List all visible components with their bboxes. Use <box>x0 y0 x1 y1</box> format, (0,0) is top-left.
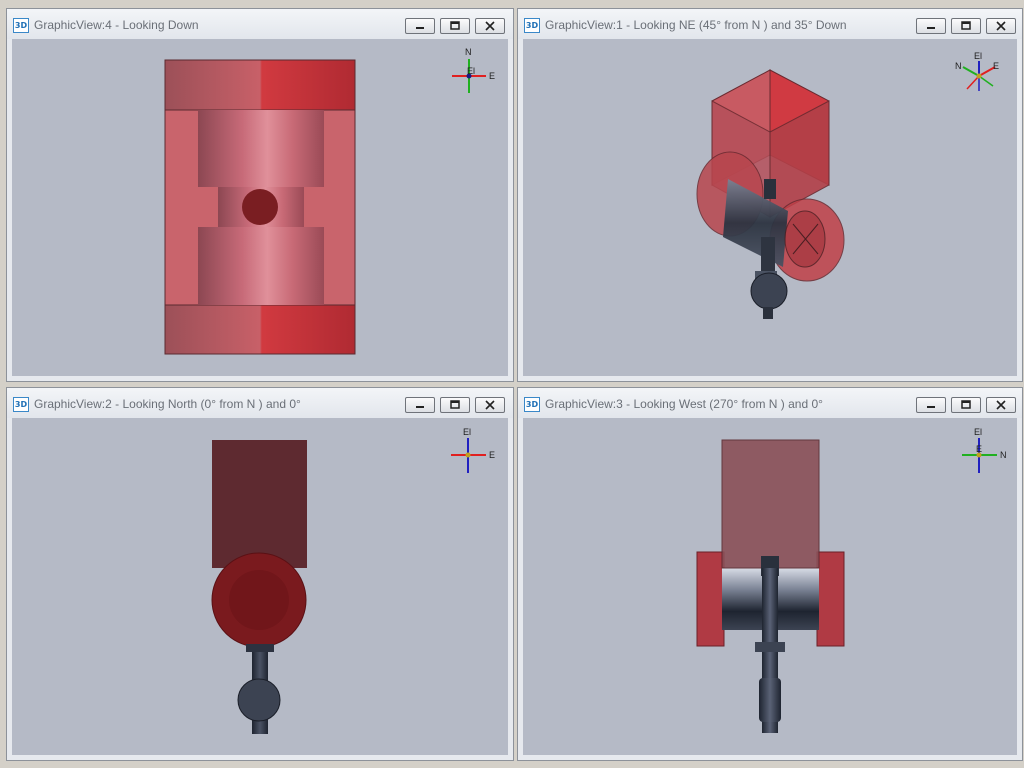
axis-triad-icon: El N E <box>962 427 1007 473</box>
flange-west <box>696 551 725 647</box>
stem-fitting <box>755 642 785 652</box>
graphic-view-1-window[interactable]: 3D GraphicView:1 - Looking NE (45° from … <box>517 8 1023 382</box>
graphic-view-3-window[interactable]: 3D GraphicView:3 - Looking West (270° fr… <box>517 387 1023 761</box>
axis-label-e: E <box>976 444 982 454</box>
graphic-view-4-titlebar[interactable]: 3D GraphicView:4 - Looking Down <box>7 9 513 39</box>
restore-button[interactable] <box>440 18 470 34</box>
pressure-gauge <box>759 678 781 722</box>
graphic-view-4-viewport[interactable]: N El E <box>12 39 508 376</box>
graphic-view-2-viewport[interactable]: El E <box>12 418 508 755</box>
axis-triad-icon: N El E <box>452 47 495 93</box>
window-title: GraphicView:1 - Looking NE (45° from N )… <box>545 18 847 32</box>
axis-label-el: El <box>974 427 982 437</box>
axis-triad-icon: El E <box>451 427 495 473</box>
flange-south <box>164 304 356 355</box>
graphic-view-3-titlebar[interactable]: 3D GraphicView:3 - Looking West (270° fr… <box>518 388 1022 418</box>
minimize-icon <box>416 27 424 29</box>
minimize-icon <box>416 406 424 408</box>
pressure-gauge <box>237 678 281 722</box>
axis-label-n: N <box>955 61 962 71</box>
axis-triad-icon: El N E <box>955 51 999 91</box>
valve-north-view: El E <box>211 427 495 734</box>
minimize-button[interactable] <box>405 18 435 34</box>
axis-label-e: E <box>489 450 495 460</box>
close-icon <box>996 21 1006 31</box>
valve-top-view: N El E <box>164 47 495 355</box>
actuator-box <box>212 440 307 568</box>
pressure-gauge <box>750 272 788 310</box>
restore-icon <box>961 400 971 409</box>
close-icon <box>485 21 495 31</box>
close-icon <box>996 400 1006 410</box>
restore-icon <box>450 21 460 30</box>
minimize-icon <box>927 27 935 29</box>
window-title: GraphicView:3 - Looking West (270° from … <box>545 397 823 411</box>
flange-north <box>164 59 356 111</box>
app-3d-icon: 3D <box>13 397 29 412</box>
axis-label-el: El <box>467 66 475 76</box>
restore-button[interactable] <box>951 397 981 413</box>
close-button[interactable] <box>475 397 505 413</box>
graphic-view-3-viewport[interactable]: El N E <box>523 418 1017 755</box>
window-title: GraphicView:2 - Looking North (0° from N… <box>34 397 301 411</box>
graphic-view-1-viewport[interactable]: El N E <box>523 39 1017 376</box>
valve-bore-lower <box>198 227 324 305</box>
graphic-view-2-titlebar[interactable]: 3D GraphicView:2 - Looking North (0° fro… <box>7 388 513 418</box>
graphic-view-2-window[interactable]: 3D GraphicView:2 - Looking North (0° fro… <box>6 387 514 761</box>
valve-bore-upper <box>198 110 324 187</box>
graphic-view-4-window[interactable]: 3D GraphicView:4 - Looking Down N El E <box>6 8 514 382</box>
restore-icon <box>450 400 460 409</box>
close-button[interactable] <box>986 397 1016 413</box>
graphic-view-1-titlebar[interactable]: 3D GraphicView:1 - Looking NE (45° from … <box>518 9 1022 39</box>
restore-button[interactable] <box>951 18 981 34</box>
close-button[interactable] <box>475 18 505 34</box>
stem-top <box>764 179 776 199</box>
valve-west-view: El N E <box>696 427 1007 733</box>
flange-east <box>816 551 845 647</box>
close-button[interactable] <box>986 18 1016 34</box>
app-3d-icon: 3D <box>524 18 540 33</box>
app-3d-icon: 3D <box>13 18 29 33</box>
restore-button[interactable] <box>440 397 470 413</box>
minimize-button[interactable] <box>405 397 435 413</box>
actuator-box <box>721 439 820 569</box>
restore-icon <box>961 21 971 30</box>
minimize-icon <box>927 406 935 408</box>
minimize-button[interactable] <box>916 397 946 413</box>
valve-isometric-view: El N E <box>696 51 999 319</box>
axis-label-el: El <box>463 427 471 437</box>
valve-flange-inner <box>229 570 289 630</box>
window-title: GraphicView:4 - Looking Down <box>34 18 199 32</box>
minimize-button[interactable] <box>916 18 946 34</box>
axis-label-el: El <box>974 51 982 61</box>
axis-label-n: N <box>1000 450 1007 460</box>
close-icon <box>485 400 495 410</box>
axis-label-e: E <box>489 71 495 81</box>
axis-label-e: E <box>993 61 999 71</box>
valve-stem-circle <box>242 189 278 225</box>
stem-fitting <box>246 644 274 652</box>
app-3d-icon: 3D <box>524 397 540 412</box>
gauge-tail <box>763 307 773 319</box>
axis-label-n: N <box>465 47 472 57</box>
